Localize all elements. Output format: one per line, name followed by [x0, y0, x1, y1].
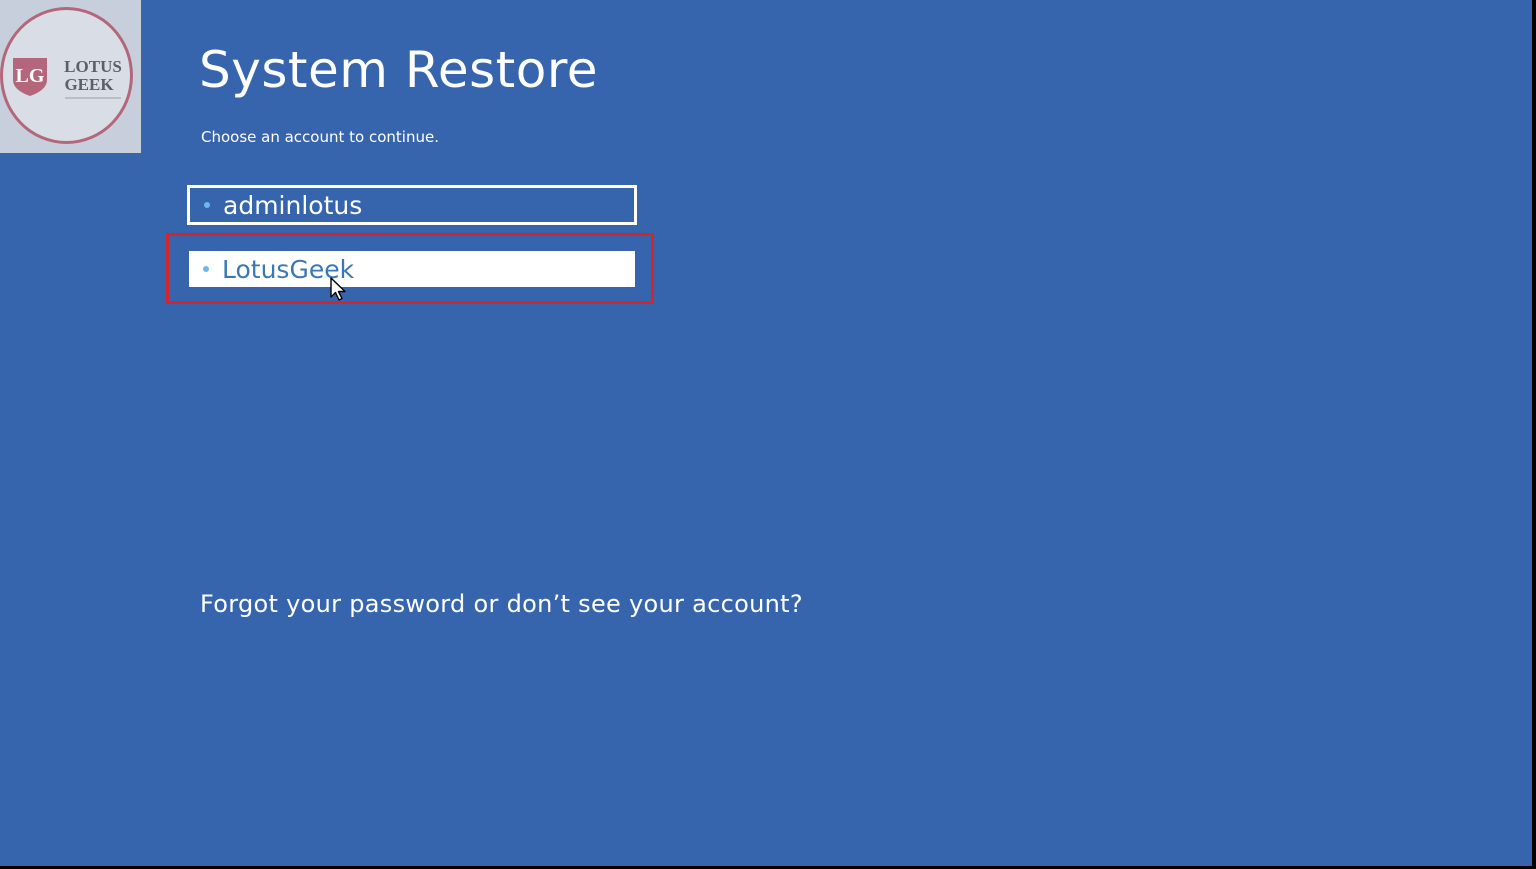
lotus-geek-logo-icon: LG LOTUS GEEK [13, 57, 122, 99]
page-title: System Restore [199, 41, 599, 99]
system-restore-screen: LG LOTUS GEEK System Restore Choose an a… [0, 0, 1536, 869]
account-option-adminlotus[interactable]: adminlotus [187, 185, 637, 225]
svg-text:GEEK: GEEK [64, 75, 114, 94]
account-name: LotusGeek [222, 254, 355, 284]
watermark-logo-circle: LG LOTUS GEEK [0, 7, 133, 144]
page-subtitle: Choose an account to continue. [201, 128, 439, 146]
svg-text:LG: LG [16, 65, 45, 87]
account-name: adminlotus [223, 190, 363, 220]
forgot-password-link[interactable]: Forgot your password or don’t see your a… [200, 588, 803, 620]
account-option-lotusgeek[interactable]: LotusGeek [189, 251, 635, 287]
svg-text:LOTUS: LOTUS [64, 57, 122, 76]
bullet-icon [204, 202, 210, 208]
bullet-icon [203, 266, 209, 272]
watermark-logo: LG LOTUS GEEK [0, 0, 141, 153]
screen-edge [1532, 0, 1536, 869]
